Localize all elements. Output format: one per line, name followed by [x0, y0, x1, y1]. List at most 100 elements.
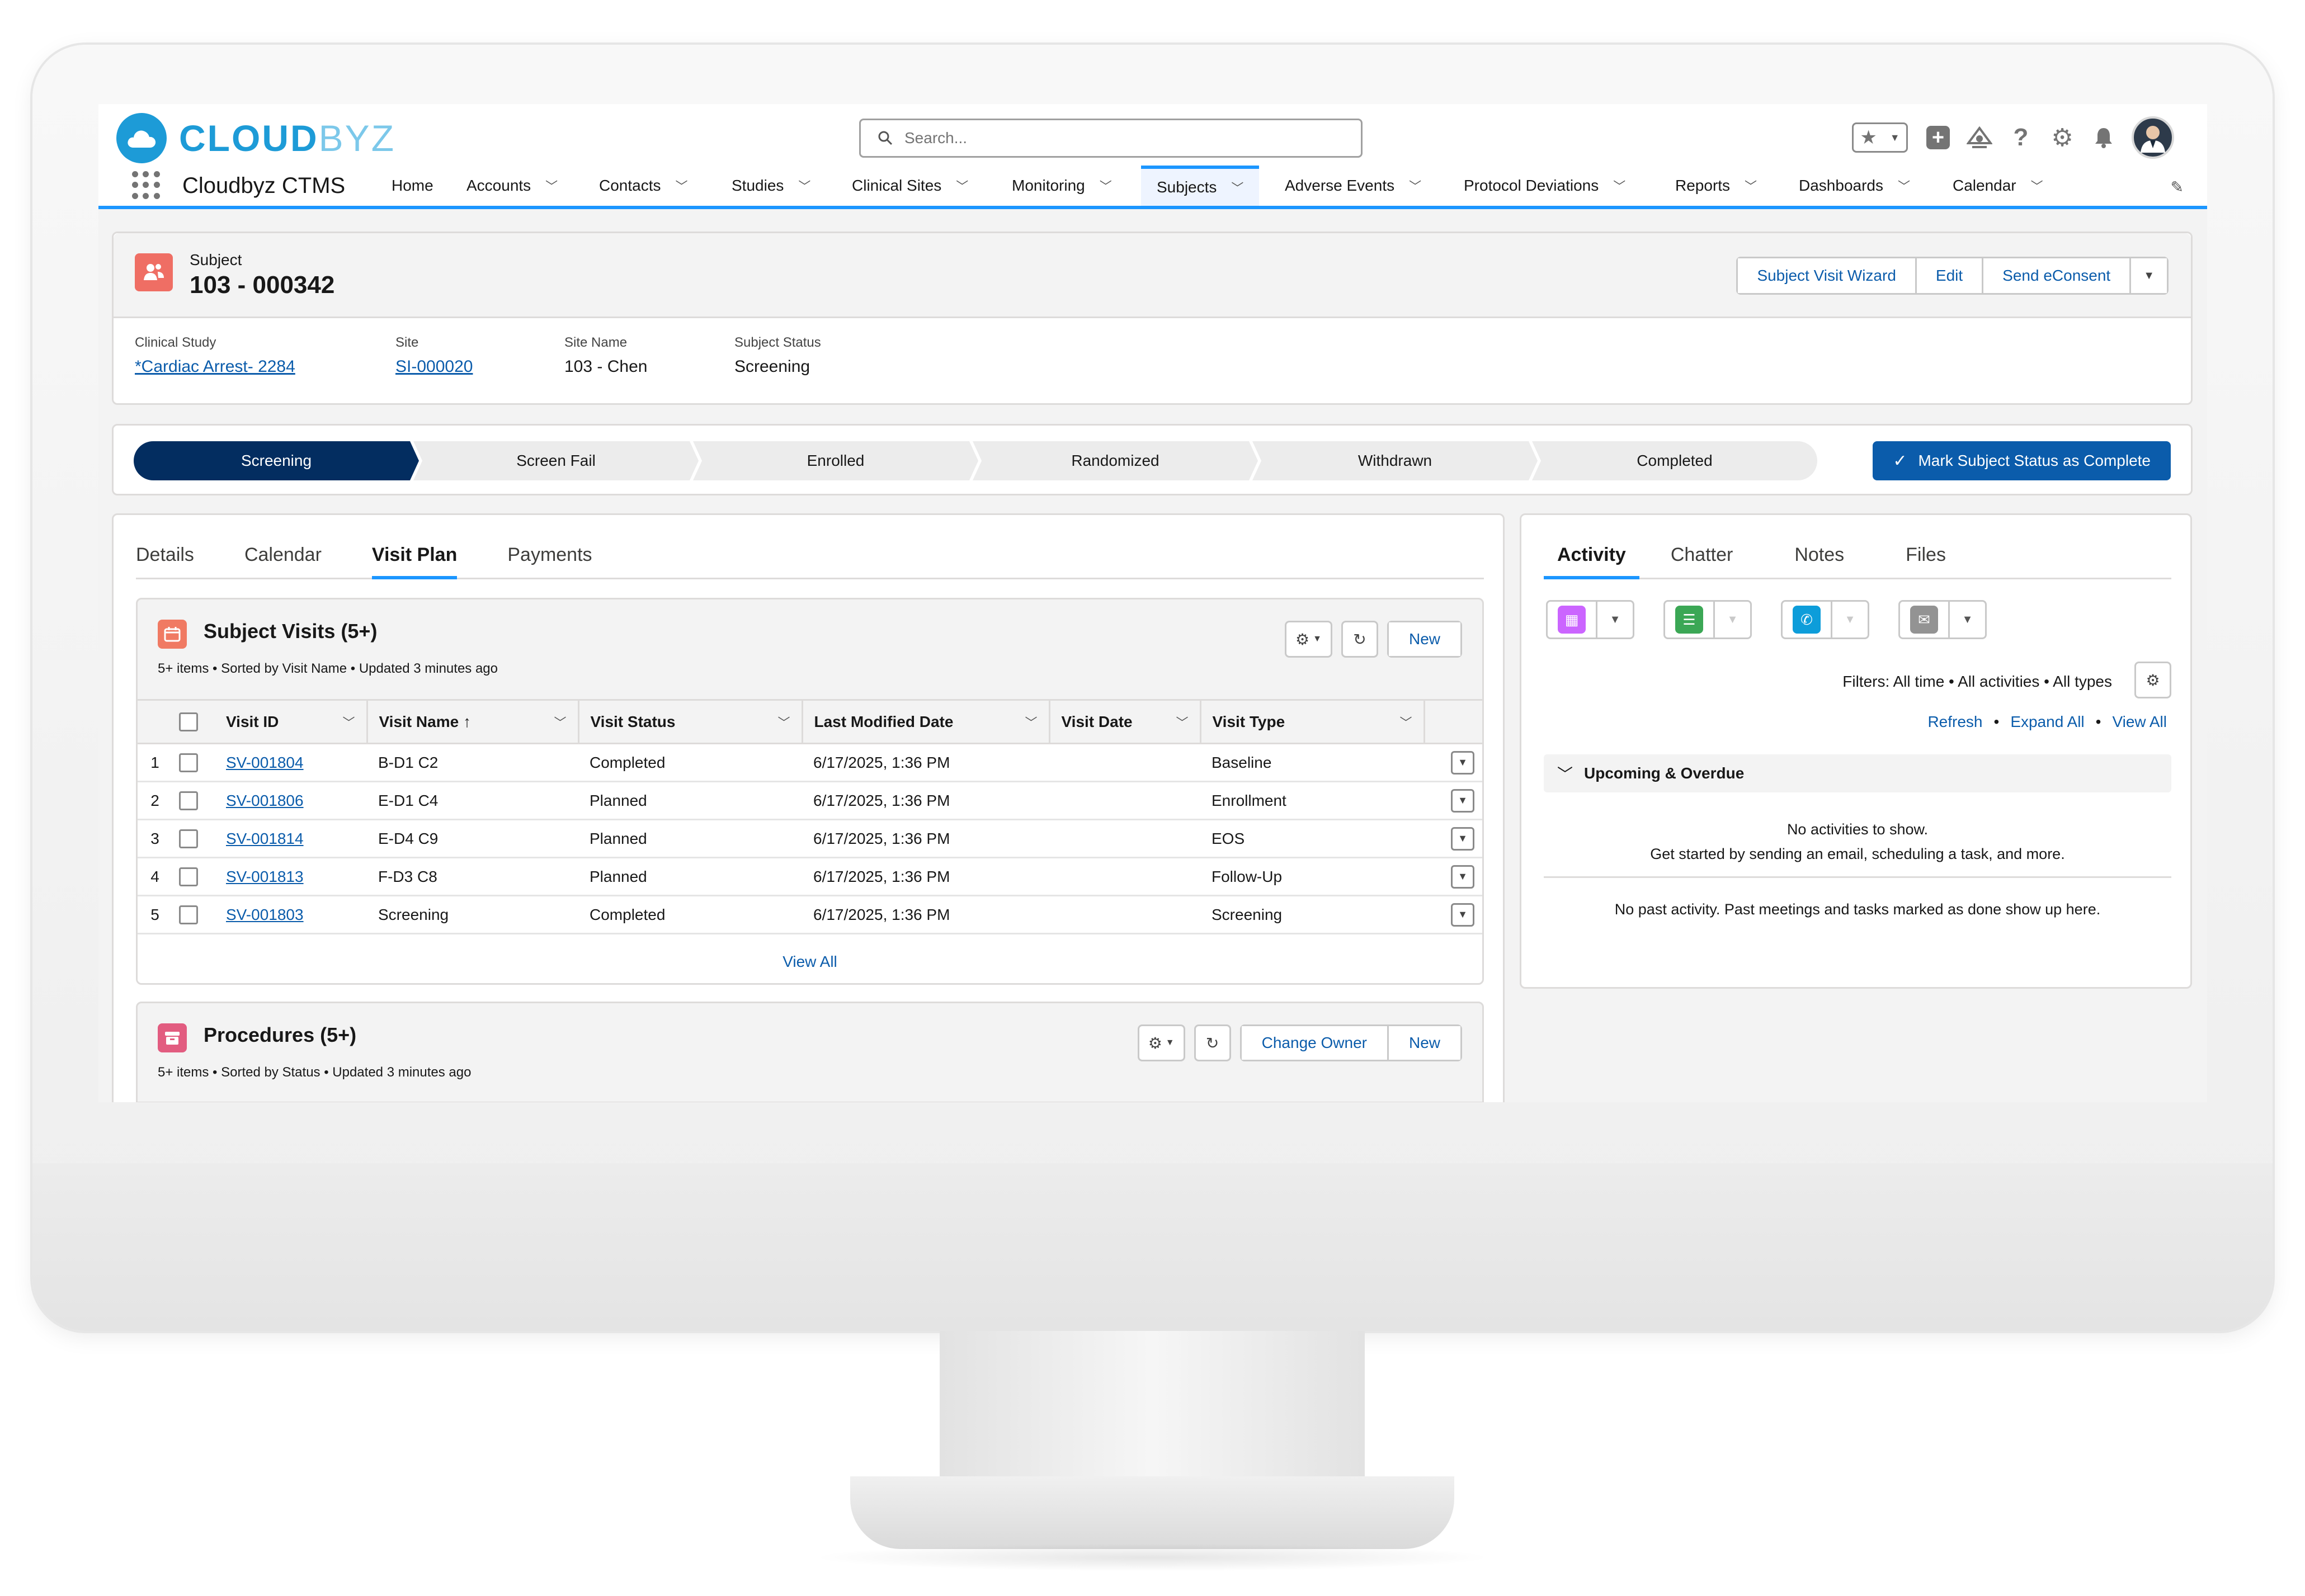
- nav-item-calendar[interactable]: Calendar ﹀: [1953, 166, 2043, 206]
- nav-item-monitoring[interactable]: Monitoring ﹀: [1012, 166, 1112, 206]
- chevron-down-icon[interactable]: ▼: [1948, 602, 1985, 638]
- chevron-down-icon[interactable]: ﹀: [342, 713, 355, 731]
- chevron-down-icon[interactable]: ▼: [1831, 602, 1868, 638]
- send-email-button[interactable]: ✉ ▼: [1898, 600, 1987, 639]
- path-stage-randomized[interactable]: Randomized: [973, 441, 1258, 480]
- refresh-button[interactable]: ↻: [1194, 1024, 1231, 1061]
- chevron-down-icon[interactable]: ▼: [1596, 602, 1633, 638]
- row-checkbox[interactable]: [179, 867, 198, 886]
- chevron-down-icon[interactable]: ﹀: [1100, 177, 1112, 195]
- row-action-menu[interactable]: ▼: [1451, 827, 1474, 851]
- chevron-down-icon[interactable]: ﹀: [1613, 177, 1625, 195]
- pencil-icon[interactable]: ✎: [2171, 178, 2184, 196]
- nav-item-protocol-deviations[interactable]: Protocol Deviations ﹀: [1464, 166, 1625, 206]
- cloudbyz-logo[interactable]: CLOUDBYZ: [116, 113, 395, 163]
- chevron-down-icon[interactable]: ﹀: [1231, 178, 1243, 196]
- path-stage-screening[interactable]: Screening: [134, 441, 419, 480]
- column-header-visit-status[interactable]: Visit Status ﹀: [578, 699, 803, 744]
- help-icon[interactable]: ?: [2004, 121, 2038, 154]
- nav-item-home[interactable]: Home: [392, 166, 433, 206]
- chevron-down-icon[interactable]: ﹀: [956, 177, 968, 195]
- plus-icon[interactable]: +: [1921, 121, 1955, 154]
- chevron-down-icon[interactable]: ﹀: [545, 177, 558, 195]
- guidance-icon[interactable]: [1963, 121, 1996, 154]
- upcoming-overdue-section[interactable]: ﹀ Upcoming & Overdue: [1544, 754, 2171, 792]
- nav-item-clinical-sites[interactable]: Clinical Sites ﹀: [852, 166, 968, 206]
- column-header-visit-date[interactable]: Visit Date ﹀: [1049, 699, 1201, 744]
- visit-id-link[interactable]: SV-001814: [226, 830, 304, 847]
- new-task-button[interactable]: ☰ ▼: [1663, 600, 1752, 639]
- more-actions-button[interactable]: ▼: [2129, 258, 2167, 293]
- tab-chatter[interactable]: Chatter: [1671, 544, 1733, 578]
- visit-id-link[interactable]: SV-001813: [226, 868, 304, 885]
- tab-visit-plan[interactable]: Visit Plan: [371, 544, 458, 579]
- nav-item-accounts[interactable]: Accounts ﹀: [466, 166, 558, 206]
- nav-item-reports[interactable]: Reports ﹀: [1675, 166, 1757, 206]
- tab-payments[interactable]: Payments: [507, 544, 592, 578]
- visit-id-link[interactable]: SV-001806: [226, 792, 304, 809]
- refresh-button[interactable]: ↻: [1341, 621, 1378, 658]
- nav-item-subjects[interactable]: Subjects ﹀: [1141, 166, 1260, 206]
- chevron-down-icon[interactable]: ﹀: [554, 713, 566, 731]
- column-header-visit-name[interactable]: Visit Name ↑ ﹀: [367, 699, 579, 744]
- row-checkbox[interactable]: [179, 905, 198, 924]
- view-all-link[interactable]: View All: [2112, 713, 2167, 731]
- column-header-last-modified-date[interactable]: Last Modified Date ﹀: [802, 699, 1050, 744]
- expand-all-link[interactable]: Expand All: [2010, 713, 2084, 731]
- chevron-down-icon[interactable]: ﹀: [2031, 177, 2043, 195]
- bell-icon[interactable]: [2087, 121, 2120, 154]
- clinical-study-link[interactable]: *Cardiac Arrest- 2284: [135, 357, 295, 376]
- avatar[interactable]: [2132, 116, 2174, 159]
- visit-id-link[interactable]: SV-001803: [226, 906, 304, 923]
- list-settings-button[interactable]: ⚙ ▼: [1137, 1024, 1185, 1061]
- tab-files[interactable]: Files: [1906, 544, 1946, 578]
- change-owner-button[interactable]: Change Owner: [1241, 1026, 1387, 1060]
- favorites-button[interactable]: ★ ▼: [1852, 122, 1908, 153]
- activity-filters[interactable]: Filters: All time • All activities • All…: [1842, 673, 2112, 691]
- tab-details[interactable]: Details: [136, 544, 194, 578]
- gear-icon[interactable]: ⚙: [2134, 662, 2171, 698]
- subject-visit-wizard-button[interactable]: Subject Visit Wizard: [1738, 258, 1915, 293]
- row-action-menu[interactable]: ▼: [1451, 865, 1474, 889]
- row-action-menu[interactable]: ▼: [1451, 788, 1474, 813]
- nav-item-dashboards[interactable]: Dashboards ﹀: [1799, 166, 1910, 206]
- mark-status-complete-button[interactable]: ✓ Mark Subject Status as Complete: [1873, 441, 2171, 480]
- nav-item-adverse-events[interactable]: Adverse Events ﹀: [1285, 166, 1421, 206]
- send-econsent-button[interactable]: Send eConsent: [1982, 258, 2130, 293]
- chevron-down-icon[interactable]: ﹀: [676, 177, 688, 195]
- site-link[interactable]: SI-000020: [395, 357, 473, 376]
- chevron-down-icon[interactable]: ﹀: [1409, 177, 1421, 195]
- list-settings-button[interactable]: ⚙ ▼: [1285, 621, 1332, 658]
- new-procedure-button[interactable]: New: [1387, 1026, 1460, 1060]
- chevron-down-icon[interactable]: ﹀: [777, 713, 790, 731]
- new-visit-button[interactable]: New: [1388, 622, 1460, 656]
- chevron-down-icon[interactable]: ﹀: [1025, 713, 1037, 731]
- search-input[interactable]: Search...: [859, 119, 1363, 158]
- view-all-visits-link[interactable]: View All: [783, 953, 837, 970]
- row-checkbox[interactable]: [179, 753, 198, 772]
- tab-notes[interactable]: Notes: [1794, 544, 1844, 578]
- path-stage-screen-fail[interactable]: Screen Fail: [413, 441, 699, 480]
- log-call-button[interactable]: ✆ ▼: [1781, 600, 1869, 639]
- column-header-visit-type[interactable]: Visit Type ﹀: [1200, 699, 1425, 744]
- chevron-down-icon[interactable]: ▼: [1713, 602, 1750, 638]
- path-stage-withdrawn[interactable]: Withdrawn: [1252, 441, 1538, 480]
- tab-calendar[interactable]: Calendar: [244, 544, 322, 578]
- path-stage-completed[interactable]: Completed: [1532, 441, 1817, 480]
- row-checkbox[interactable]: [179, 829, 198, 848]
- chevron-down-icon[interactable]: ﹀: [1399, 713, 1412, 731]
- new-event-button[interactable]: ▦ ▼: [1546, 600, 1634, 639]
- nav-item-contacts[interactable]: Contacts ﹀: [599, 166, 688, 206]
- refresh-link[interactable]: Refresh: [1927, 713, 1982, 731]
- tab-activity[interactable]: Activity: [1544, 544, 1639, 579]
- gear-icon[interactable]: ⚙: [2045, 121, 2079, 154]
- path-stage-enrolled[interactable]: Enrolled: [693, 441, 978, 480]
- chevron-down-icon[interactable]: ﹀: [1898, 177, 1910, 195]
- visit-id-link[interactable]: SV-001804: [226, 754, 304, 771]
- edit-button[interactable]: Edit: [1915, 258, 1982, 293]
- grid-icon[interactable]: [132, 171, 161, 200]
- chevron-down-icon[interactable]: ﹀: [1745, 177, 1757, 195]
- row-checkbox[interactable]: [179, 791, 198, 810]
- column-header-visit-id[interactable]: Visit ID ﹀: [215, 699, 368, 744]
- chevron-down-icon[interactable]: ﹀: [1176, 713, 1188, 731]
